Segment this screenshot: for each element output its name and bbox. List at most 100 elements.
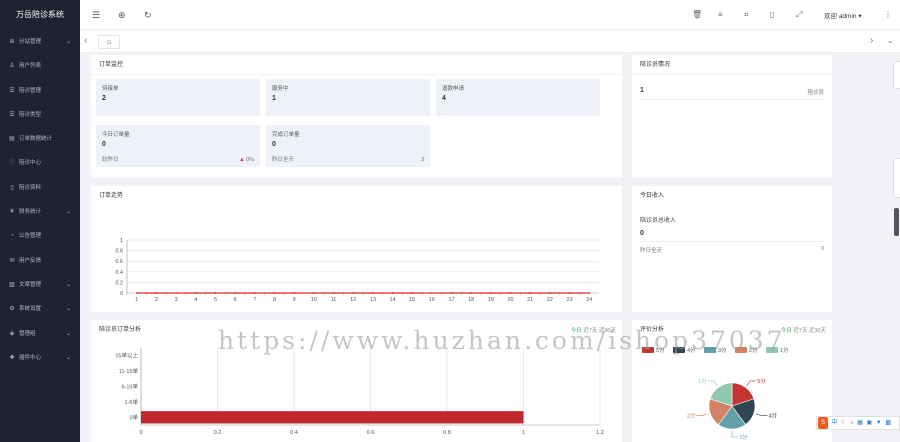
sidebar-item-label: 用户反馈 [19, 257, 42, 264]
order-monitor-title: 订单监控 [91, 55, 622, 75]
y-tick-label: 0.8 [115, 249, 123, 255]
data-point [568, 292, 571, 294]
ime-toolbar[interactable]: S 中 ☾ ♪ ▦ ▣ ▼ ▩ [816, 416, 900, 430]
sidebar-item[interactable]: ¥ 财务统计 ⌄ [0, 200, 80, 224]
x-tick-label: 21 [527, 297, 533, 303]
sidebar-item-label: 财务统计 [19, 209, 42, 216]
income-yesterday-label: 昨日全天 [640, 248, 663, 254]
arrow-up-icon: ▲ [239, 157, 245, 163]
sidebar-item-label: 文章管理 [19, 281, 42, 288]
file-icon: ▯ [10, 184, 14, 191]
sidebar-item-label: 系统设置 [19, 306, 42, 313]
side-float-tab[interactable] [893, 61, 900, 89]
x-tick-label: 6 [234, 297, 237, 303]
trash-icon[interactable]: 🗑 [692, 9, 702, 21]
sidebar-item-label: 管理组 [19, 330, 36, 337]
escort-status-title: 陪诊员情况 [632, 55, 832, 75]
x-tick-label: 2 [155, 297, 158, 303]
sidebar-item[interactable]: ◈ 管理组 ⌄ [0, 322, 80, 346]
order-trend-chart: 00.20.40.60.811 2 3 4 5 6 7 8 9 10 11 12 13 14 15 16 17 1… [115, 238, 599, 303]
side-float-tab[interactable] [893, 158, 900, 198]
x-tick-label: 10 [311, 297, 317, 303]
chevron-down-icon: ⌄ [65, 39, 71, 45]
data-point [175, 292, 178, 294]
data-point [391, 292, 394, 294]
sidebar-item[interactable]: ☰ 陪诊管理 [0, 79, 80, 103]
shield-icon: ◈ [9, 330, 15, 337]
data-point [548, 292, 551, 294]
stat-today-orders: 今日订单量 0 较昨日 ▲ 0% [96, 125, 260, 167]
file-icon[interactable]: ▯ [770, 9, 774, 21]
stat-value: 4 [442, 95, 446, 102]
more-vertical-icon[interactable]: ⋮ [884, 9, 892, 21]
slice-label: 2分 [687, 412, 696, 420]
sidebar-item[interactable]: ▯ 陪诊资料 [0, 176, 80, 200]
chevron-down-icon: ⌄ [65, 330, 71, 337]
stat-in-service: 服务中 1 [266, 79, 430, 116]
shirt-icon: ▼ [875, 420, 882, 426]
ime-logo: S [818, 417, 828, 429]
chevron-down-icon[interactable]: ⌄ [887, 35, 894, 47]
x-tick-label: 4 [194, 297, 197, 303]
stat-value: 0 [272, 141, 276, 148]
fullscreen-icon[interactable]: ⤢ [796, 9, 802, 21]
sidebar-item-label: 陪诊资料 [19, 184, 42, 191]
x-tick-label: 3 [175, 297, 178, 303]
data-point [509, 292, 512, 294]
moon-icon: ☾ [841, 420, 847, 426]
user-icon: ♙ [9, 63, 15, 70]
sidebar-item[interactable]: ▤ 订单数据统计 [0, 127, 80, 151]
data-point [273, 292, 276, 294]
chevron-down-icon: ⌄ [65, 306, 71, 313]
sidebar-item-label: 陪诊管理 [19, 87, 42, 94]
slice-label: 3分 [739, 433, 748, 441]
escort-label: 陪诊员 [807, 90, 824, 96]
sidebar-item[interactable]: ♙ 用户列表 [0, 54, 80, 78]
order-trend-card: 订单走势 0 0.2 0.4 0.6 0.8 1 1 2 3 4 5 6 7 8 9 10 11 12 13 14 15… [91, 186, 622, 312]
slice-label-line [696, 413, 709, 416]
sidebar-item-label: 用户列表 [19, 63, 42, 70]
scrollbar-thumb[interactable] [894, 208, 899, 236]
yesterday-label: 昨日全天 [272, 157, 295, 163]
sidebar-item[interactable]: ▧ 文章管理 ⌄ [0, 273, 80, 297]
y-tick-label: 0.4 [115, 270, 123, 276]
chevron-down-icon: ⌄ [65, 209, 71, 216]
list-icon[interactable]: ≡ [718, 9, 723, 21]
income-label: 陪诊员总收入 [640, 218, 677, 224]
lock-icon[interactable]: ⌗ [744, 9, 749, 21]
escort-count: 1 [640, 87, 644, 94]
x-tick-label: 22 [547, 297, 553, 303]
chevron-left-icon[interactable]: ‹ [84, 35, 87, 47]
tab-home[interactable]: ⌂ [98, 35, 120, 49]
data-point [371, 292, 374, 294]
slice-label-line [746, 380, 757, 386]
data-point [155, 292, 158, 294]
sidebar-item-label: 插件中心 [19, 354, 42, 361]
today-income-title: 今日收入 [640, 193, 665, 199]
user-menu[interactable]: 欢迎 admin ▾ [824, 10, 862, 20]
sidebar-item[interactable]: ✉ 用户反馈 [0, 249, 80, 273]
sidebar-item[interactable]: ⚙ 系统设置 ⌄ [0, 297, 80, 321]
chevron-right-icon[interactable]: › [870, 35, 873, 47]
income-value: 0 [640, 230, 644, 237]
sidebar: 万岳陪诊系统 ⊕ 分站管理 ⌄ ♙ 用户列表 ☰ 陪诊管理 ☰ 陪诊类型 ▤ 订单数据统计 ♡ 陪诊中心… [0, 0, 80, 442]
sidebar-item[interactable]: ⊕ 分站管理 ⌄ [0, 30, 80, 54]
divider [640, 99, 824, 100]
sidebar-item[interactable]: ◔ 公告管理 [0, 224, 80, 248]
data-point [470, 292, 473, 294]
x-tick-label: 17 [448, 297, 454, 303]
x-tick-label: 13 [370, 297, 376, 303]
tab-bar: ‹ ⌂ › ⌄ [80, 31, 900, 53]
sidebar-item[interactable]: ♡ 陪诊中心 [0, 151, 80, 175]
sidebar-item[interactable]: ☰ 陪诊类型 [0, 103, 80, 127]
globe-icon[interactable]: ⊕ [118, 9, 126, 21]
menu-toggle-icon[interactable]: ☰ [92, 9, 100, 21]
stat-value: 0 [102, 141, 106, 148]
data-point [253, 292, 256, 294]
apps-icon: ▩ [885, 420, 892, 426]
refresh-icon[interactable]: ↻ [144, 9, 152, 21]
data-point [411, 292, 414, 294]
sidebar-item-label: 陪诊中心 [19, 160, 42, 167]
x-tick-label: 1 [522, 430, 525, 436]
sidebar-item[interactable]: ✚ 插件中心 ⌄ [0, 346, 80, 370]
